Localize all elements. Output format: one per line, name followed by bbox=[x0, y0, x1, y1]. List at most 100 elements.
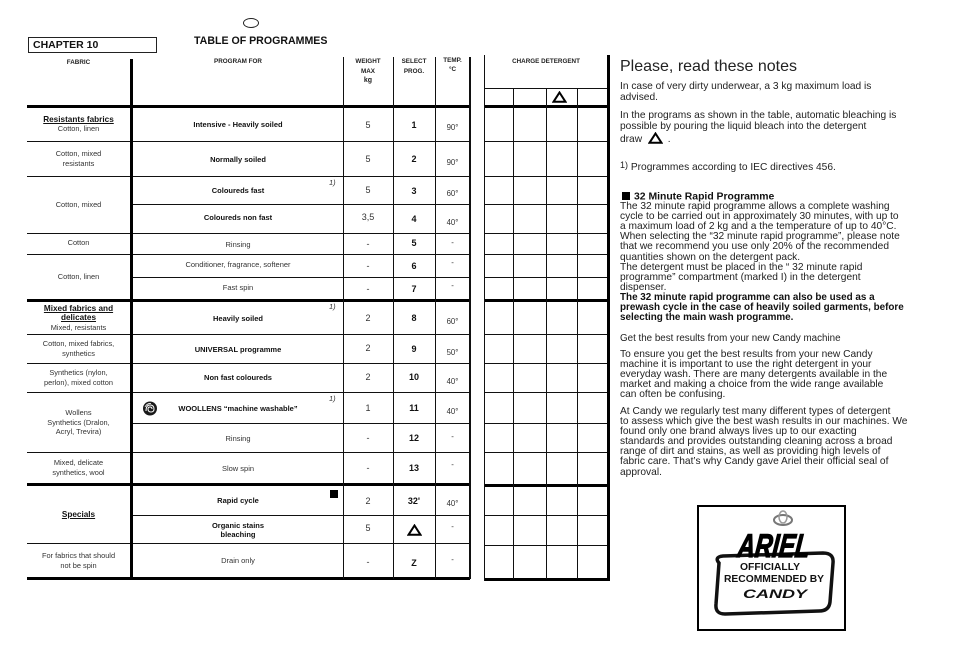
footnote-line: 1) Programmes according to IEC directive… bbox=[620, 160, 836, 173]
chapter-label: CHAPTER 10 bbox=[28, 37, 157, 53]
temperature-cell: 60° bbox=[435, 177, 470, 204]
footnote-text: Programmes according to IEC directives 4… bbox=[630, 162, 836, 173]
weight-max-value: 5 bbox=[365, 523, 371, 533]
temperature-value: 60° bbox=[446, 316, 459, 326]
program-name: Drain only bbox=[221, 556, 255, 565]
fabric-group-title: Mixed fabrics and bbox=[43, 303, 114, 313]
fabric-group-text: resistants bbox=[62, 159, 95, 168]
footnote-marker: 1) bbox=[329, 394, 336, 403]
select-programme-value: 11 bbox=[409, 403, 419, 413]
column-header-fabric: FABRIC bbox=[66, 59, 91, 66]
fabric-group: For fabrics that should not be spin bbox=[27, 544, 130, 577]
weight-max-value: 2 bbox=[365, 495, 371, 506]
temperature-cell: - bbox=[435, 516, 470, 536]
fabric-group: Mixed, delicate synthetics, wool bbox=[27, 453, 130, 483]
bleach-triangle-icon bbox=[552, 91, 567, 103]
candy-line: approval. bbox=[620, 466, 662, 478]
temperature-cell: - bbox=[435, 424, 470, 449]
bleach-triangle-icon bbox=[647, 131, 664, 144]
page-title: TABLE OF PROGRAMMES bbox=[194, 35, 328, 47]
candy-brand-text: CANDY bbox=[743, 587, 808, 601]
program-name: WOOLLENS “machine washable” bbox=[178, 403, 298, 413]
candy-paragraph: To ensure you get the best results from … bbox=[620, 349, 887, 401]
notes-line: In the programs as shown in the table, a… bbox=[620, 110, 897, 121]
select-programme-value: 8 bbox=[411, 313, 417, 323]
fabric-group-text: Wollens bbox=[65, 408, 92, 418]
temperature-value: - bbox=[451, 521, 454, 531]
notes-heading: Please, read these notes bbox=[620, 58, 798, 75]
temperature-value: 60° bbox=[446, 189, 459, 198]
program-name: Heavily soiled bbox=[212, 313, 264, 323]
program-name: Normally soiled bbox=[210, 154, 266, 164]
fabric-group-text: not be spin bbox=[60, 560, 97, 570]
temperature-cell: - bbox=[435, 234, 470, 251]
weight-max-value: 2 bbox=[365, 343, 371, 353]
ariel-swirl-icon bbox=[773, 510, 793, 526]
fabric-group-text: Mixed, delicate bbox=[53, 458, 104, 468]
weight-max-value: - bbox=[366, 283, 370, 294]
program-name: Coloureds fast bbox=[211, 186, 265, 195]
temperature-value: 40° bbox=[446, 499, 459, 508]
footnote-marker: 1) bbox=[329, 178, 336, 187]
select-programme-value: 2 bbox=[411, 154, 417, 164]
weight-max-value: 3,5 bbox=[361, 212, 375, 222]
select-programme-value: 9 bbox=[411, 344, 417, 354]
temperature-cell: 60° bbox=[435, 302, 470, 334]
temperature-cell: - bbox=[435, 453, 470, 475]
program-name: Coloureds non fast bbox=[203, 212, 273, 222]
select-programme-value: 3 bbox=[411, 185, 417, 196]
ariel-recommendation-logo: ARIEL OFFICIALLY RECOMMENDED BY CANDY bbox=[697, 505, 846, 631]
fabric-group: Cotton, mixed fabrics, synthetics bbox=[27, 335, 130, 363]
column-header-temp: TEMP. °C bbox=[435, 57, 470, 74]
notes-paragraph: In the programs as shown in the table, a… bbox=[620, 110, 897, 145]
program-name: Conditioner, fragrance, softener bbox=[185, 259, 291, 269]
program-name: Fast spin bbox=[222, 282, 254, 292]
temperature-value: 90° bbox=[446, 123, 459, 132]
fabric-group-text: Synthetics (nylon, bbox=[49, 368, 108, 378]
fabric-group-text: Mixed, resistants bbox=[50, 322, 107, 332]
fabric-group: Cotton bbox=[27, 234, 130, 252]
fabric-group: Resistants fabrics Cotton, linen bbox=[27, 108, 130, 141]
weight-max-value: - bbox=[366, 463, 370, 473]
program-name-line: Organic stains bbox=[211, 520, 265, 530]
fabric-group-title: delicates bbox=[60, 313, 97, 323]
weight-max-value: - bbox=[366, 557, 370, 567]
ariel-line-recommended-by: RECOMMENDED BY bbox=[724, 574, 824, 585]
temperature-value: - bbox=[451, 281, 454, 290]
fabric-group-title: Resistants fabrics bbox=[43, 114, 114, 124]
select-programme-cell bbox=[393, 516, 435, 544]
notes-line: In case of very dirty underwear, a 3 kg … bbox=[620, 81, 872, 92]
notes-line: draw . bbox=[620, 131, 896, 145]
weight-max-value: 5 bbox=[365, 154, 371, 164]
fabric-group-text: synthetics bbox=[62, 349, 95, 358]
notes-line: possible by pouring the liquid bleach in… bbox=[620, 121, 867, 132]
bleach-triangle-icon bbox=[406, 524, 422, 536]
footnote-marker: 1) bbox=[620, 160, 629, 170]
column-header-weight-line: kg bbox=[363, 77, 373, 84]
candy-heading: Get the best results from your new Candy… bbox=[620, 333, 841, 344]
footnote: 1) Programmes according to IEC directive… bbox=[620, 160, 836, 173]
fabric-group-text: Cotton, mixed bbox=[55, 149, 102, 159]
fabric-group: Cotton, linen bbox=[27, 255, 130, 299]
select-programme-value: 7 bbox=[411, 283, 417, 294]
notes-line-text: . bbox=[667, 134, 671, 145]
fabric-group-text: Synthetics (Dralon, bbox=[47, 417, 110, 427]
charge-grid-column-rule bbox=[484, 55, 485, 581]
program-name: Rapid cycle bbox=[217, 496, 259, 505]
fabric-group: Wollens Synthetics (Dralon, Acryl, Trevi… bbox=[27, 393, 130, 452]
candy-line: can often be confusing. bbox=[620, 389, 726, 401]
temperature-cell: 50° bbox=[435, 335, 470, 363]
fabric-group: Cotton, mixed resistants bbox=[27, 142, 130, 176]
fabric-group-text: Cotton, linen bbox=[57, 124, 100, 134]
fabric-group-title: Specials bbox=[61, 509, 96, 519]
column-header-select: SELECT PROG. bbox=[393, 57, 435, 76]
notes-line-text: draw bbox=[620, 134, 643, 145]
program-name: Non fast coloureds bbox=[204, 372, 272, 382]
program-name: Rinsing bbox=[225, 239, 251, 249]
program-name-line: bleaching bbox=[220, 529, 256, 539]
temperature-cell: 40° bbox=[435, 393, 470, 423]
fabric-group-text: Cotton bbox=[67, 238, 90, 248]
footnote-marker: 1) bbox=[329, 302, 336, 311]
select-programme-value: 4 bbox=[411, 214, 417, 224]
fabric-group-text: Cotton, linen bbox=[57, 272, 100, 282]
